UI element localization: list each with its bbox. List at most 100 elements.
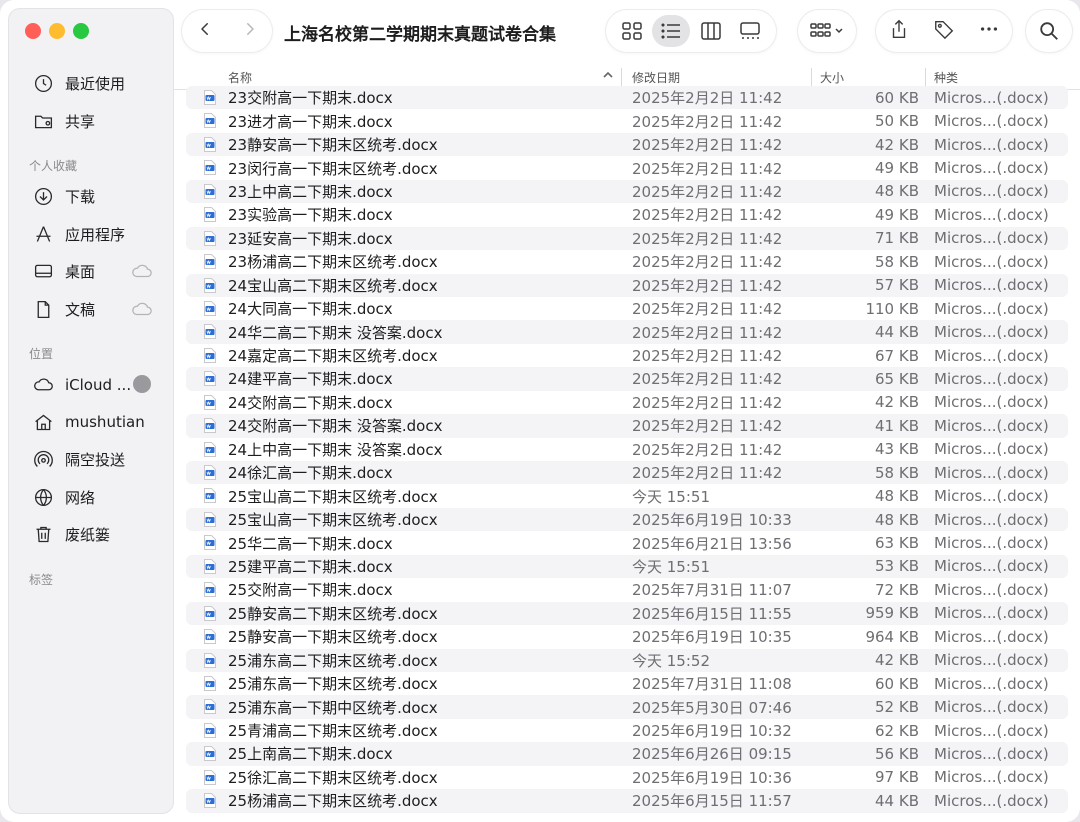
sidebar-item-documents[interactable]: 文稿 [9,291,173,329]
column-divider[interactable] [925,68,926,86]
forward-button[interactable] [241,20,259,42]
column-header-name[interactable]: 名称 [228,69,252,86]
icon-view-button[interactable] [613,15,651,47]
sidebar-item-icloud[interactable]: iCloud ... [9,366,173,404]
file-name: 24华二高二下期末 没答案.docx [228,323,443,342]
column-view-button[interactable] [692,15,730,47]
file-size: 42 KB [875,135,919,154]
file-row[interactable]: 25宝山高一下期末区统考.docx 2025年6月19日 10:33 48 KB Mi… [186,507,1068,532]
file-row[interactable]: 25上南高二下期末.docx 2025年6月26日 09:15 56 KB Micro… [186,742,1068,766]
file-row[interactable]: 23实验高一下期末.docx 2025年2月2日 11:42 49 KB Micros… [186,203,1068,226]
network-icon [31,485,55,509]
tag-button[interactable] [933,18,955,44]
column-divider[interactable] [621,68,622,86]
docx-file-icon [204,113,216,129]
sidebar-item-network[interactable]: 网络 [9,479,173,517]
maximize-button[interactable] [73,23,89,39]
file-row[interactable]: 23延安高一下期末.docx 2025年2月2日 11:42 71 KB Micros… [186,226,1068,251]
file-size: 60 KB [875,674,919,693]
file-row[interactable]: 25浦东高一下期中区统考.docx 2025年5月30日 07:46 52 KB Mi… [186,695,1068,719]
file-row[interactable]: 25浦东高一下期末区统考.docx 2025年7月31日 11:08 60 KB Mi… [186,672,1068,695]
share-button[interactable] [888,18,910,44]
sidebar-item-downloads[interactable]: 下载 [9,178,173,216]
file-row[interactable]: 25静安高一下期末区统考.docx 2025年6月19日 10:35 964 KB M… [186,625,1068,648]
file-row[interactable]: 25建平高二下期末.docx 今天 15:51 53 KB Micros...(.do… [186,554,1068,579]
file-row[interactable]: 23杨浦高二下期末区统考.docx 2025年2月2日 11:42 58 KB Mic… [186,250,1068,273]
file-row[interactable]: 23进才高一下期末.docx 2025年2月2日 11:42 50 KB Micros… [186,109,1068,132]
list-view-button[interactable] [652,15,691,47]
file-row[interactable]: 25徐汇高二下期末区统考.docx 2025年6月19日 10:36 97 KB Mi… [186,766,1068,789]
clock-icon [31,72,55,96]
section-header-personal: 个人收藏 [29,159,78,173]
search-icon [1040,22,1058,40]
column-header-size[interactable]: 大小 [820,69,844,86]
back-button[interactable] [196,20,214,42]
file-row[interactable]: 25杨浦高二下期末区统考.docx 2025年6月15日 11:57 44 KB Mi… [186,789,1068,813]
sidebar-item-desktop[interactable]: 桌面 [9,253,173,291]
home-icon [31,410,55,434]
file-kind: Micros...(.docx) [934,534,1049,553]
file-kind: Micros...(.docx) [934,627,1049,646]
file-row[interactable]: 24建平高一下期末.docx 2025年2月2日 11:42 65 KB Micros… [186,367,1068,391]
airdrop-icon [31,448,55,472]
close-button[interactable] [25,23,41,39]
file-size: 72 KB [875,580,919,599]
docx-file-icon [204,254,216,270]
sidebar-item-airdrop[interactable]: 隔空投送 [9,441,173,479]
applications-icon [31,222,55,246]
sidebar-item-home[interactable]: mushutian [9,404,173,442]
view-switcher [606,10,776,52]
search-button[interactable] [1026,10,1072,52]
docx-file-icon [204,793,216,809]
column-header-kind[interactable]: 种类 [934,69,958,86]
sidebar-item-shared[interactable]: 共享 [9,103,173,141]
file-size: 964 KB [865,627,919,646]
file-name: 25交附高一下期末.docx [228,581,393,600]
file-kind: Micros...(.docx) [934,276,1049,295]
file-row[interactable]: 25交附高一下期末.docx 2025年7月31日 11:07 72 KB Micro… [186,578,1068,601]
file-row[interactable]: 24交附高二下期末.docx 2025年2月2日 11:42 42 KB Micros… [186,391,1068,414]
file-row[interactable]: 23静安高一下期末区统考.docx 2025年2月2日 11:42 42 KB Mic… [186,132,1068,157]
file-row[interactable]: 24嘉定高二下期末区统考.docx 2025年2月2日 11:42 67 KB Mic… [186,344,1068,367]
file-size: 50 KB [875,112,919,131]
file-modified-date: 2025年2月2日 11:42 [632,440,783,459]
section-header-tags: 标签 [29,572,54,587]
column-divider[interactable] [811,68,812,86]
file-row[interactable]: 25青浦高二下期末区统考.docx 2025年6月19日 10:32 62 KB Mi… [186,719,1068,742]
file-row[interactable]: 23闵行高一下期末区统考.docx 2025年2月2日 11:42 49 KB Mic… [186,156,1068,179]
sidebar-item-label: 下载 [65,188,96,207]
docx-file-icon [204,441,216,457]
file-row[interactable]: 24华二高二下期末 没答案.docx 2025年2月2日 11:42 44 KB Mi… [186,320,1068,344]
desktop-icon [31,260,55,284]
file-row[interactable]: 24宝山高二下期末区统考.docx 2025年2月2日 11:42 57 KB Mic… [186,273,1068,297]
file-size: 959 KB [865,604,919,623]
docx-file-icon [204,418,216,434]
file-size: 60 KB [875,88,919,107]
finder-window: 最近使用 共享 个人收藏 下载 应用程序 桌面 文稿 位置 iCloud ...… [0,0,1080,822]
file-row[interactable]: 25静安高二下期末区统考.docx 2025年6月15日 11:55 959 KB M… [186,601,1068,626]
column-header-date[interactable]: 修改日期 [632,69,680,86]
docx-file-icon [204,371,216,387]
file-modified-date: 2025年2月2日 11:42 [632,347,783,366]
sidebar-item-applications[interactable]: 应用程序 [9,216,173,254]
minimize-button[interactable] [49,23,65,39]
sidebar-list: 最近使用 共享 个人收藏 下载 应用程序 桌面 文稿 位置 iCloud ...… [9,65,173,592]
sidebar-item-recents[interactable]: 最近使用 [9,65,173,103]
file-row[interactable]: 25浦东高二下期末区统考.docx 今天 15:52 42 KB Micros...(… [186,648,1068,672]
sidebar-item-label: 应用程序 [65,225,126,244]
file-row[interactable]: 23交附高一下期末.docx 2025年2月2日 11:42 60 KB Micros… [186,86,1068,110]
file-row[interactable]: 23上中高二下期末.docx 2025年2月2日 11:42 48 KB Micros… [186,179,1068,204]
file-kind: Micros...(.docx) [934,440,1049,459]
gallery-view-button[interactable] [731,15,769,47]
file-row[interactable]: 24交附高一下期末 没答案.docx 2025年2月2日 11:42 41 KB Mi… [186,414,1068,438]
file-row[interactable]: 25宝山高二下期末区统考.docx 今天 15:51 48 KB Micros...(… [186,484,1068,507]
more-button[interactable] [978,18,1000,44]
file-size: 62 KB [875,721,919,740]
file-row[interactable]: 24上中高一下期末 没答案.docx 2025年2月2日 11:42 43 KB Mi… [186,438,1068,461]
group-by-button[interactable] [798,10,856,52]
file-row[interactable]: 24徐汇高一下期末.docx 2025年2月2日 11:42 58 KB Micros… [186,461,1068,485]
file-modified-date: 2025年6月19日 10:35 [632,628,792,647]
sidebar-item-trash[interactable]: 废纸篓 [9,516,173,554]
file-row[interactable]: 24大同高一下期末.docx 2025年2月2日 11:42 110 KB Micro… [186,297,1068,320]
file-row[interactable]: 25华二高一下期末.docx 2025年6月21日 13:56 63 KB Micro… [186,531,1068,554]
